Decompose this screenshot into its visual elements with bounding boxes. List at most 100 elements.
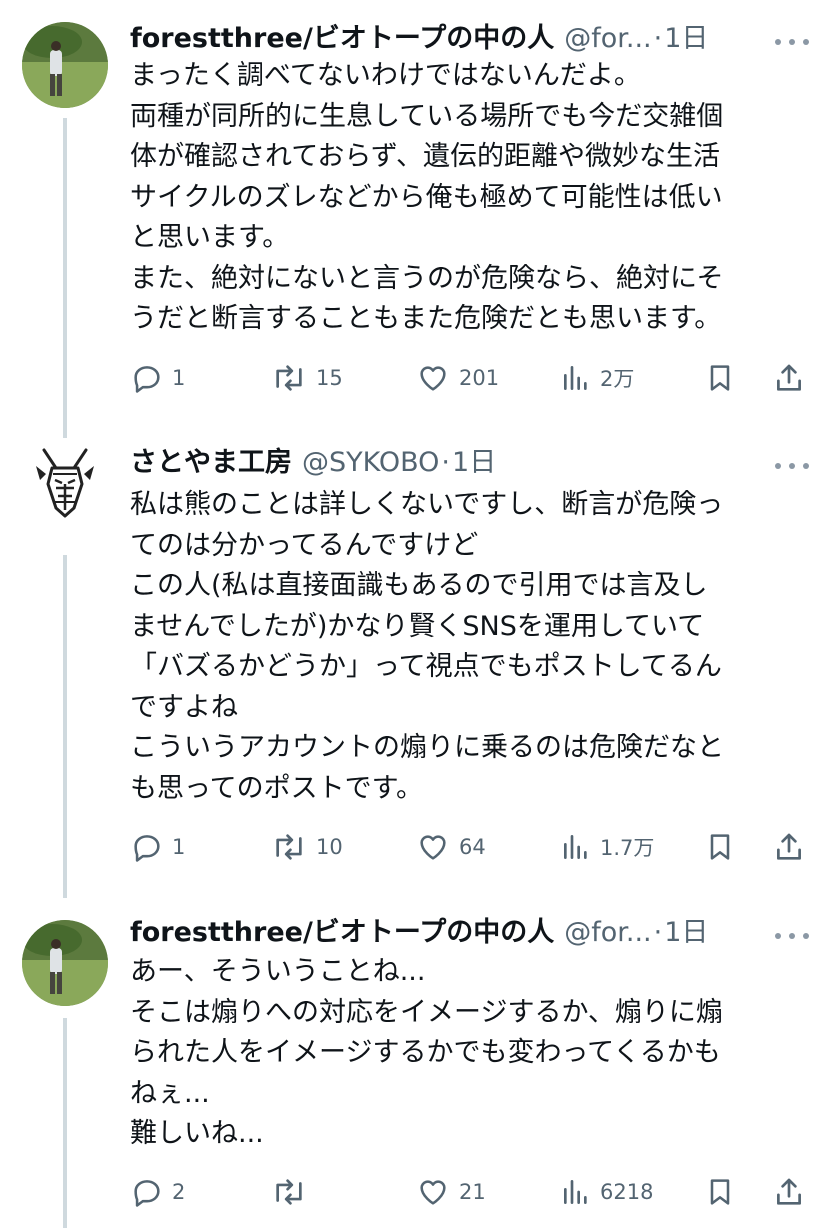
share-button[interactable] [772, 358, 806, 398]
retweet-button[interactable] [270, 1172, 316, 1212]
text-line: そこは煽りへの対応をイメージするか、煽りに煽 [130, 996, 723, 1028]
retweet-count: 15 [316, 366, 343, 390]
share-icon [777, 1178, 801, 1205]
username[interactable]: @SYKOBO [302, 447, 439, 478]
avatar[interactable] [22, 920, 108, 1006]
reply-icon [134, 366, 160, 393]
text-line: こういうアカウントの煽りに乗るのは危険だなと [130, 732, 724, 763]
text-line: と思います。 [130, 222, 290, 253]
share-icon [777, 833, 801, 860]
tweet[interactable]: さとやま工房 @SYKOBO · 1日 私は熊のことは詳しくないですし、断言が危… [0, 438, 828, 888]
bookmark-button[interactable] [704, 1172, 736, 1212]
more-icon[interactable] [775, 924, 809, 948]
more-icon[interactable] [775, 30, 809, 54]
separator-dot: · [653, 23, 663, 54]
retweet-icon [276, 834, 302, 860]
like-icon [420, 366, 446, 391]
view-count: 1.7万 [600, 836, 655, 860]
text-line: 両種が同所的に生息している場所でも今だ交雑個 [130, 100, 724, 132]
views-button[interactable]: 1.7万 [560, 827, 654, 867]
text-line: 体が確認されておらず、遺伝的距離や微妙な生活 [130, 141, 720, 172]
reply-button[interactable]: 1 [130, 827, 185, 867]
like-count: 201 [459, 366, 500, 390]
views-icon [564, 366, 587, 390]
like-button[interactable]: 201 [415, 358, 499, 398]
views-icon [564, 1180, 587, 1204]
like-button[interactable]: 21 [415, 1172, 486, 1212]
reply-icon [134, 835, 160, 862]
avatar[interactable] [22, 438, 108, 524]
like-count: 64 [459, 835, 486, 859]
retweet-button[interactable]: 10 [270, 827, 343, 867]
text-line: 難しいね... [130, 1118, 264, 1149]
share-icon [777, 364, 801, 391]
display-name[interactable]: さとやま工房 [130, 440, 292, 479]
reply-button[interactable]: 2 [130, 1172, 185, 1212]
reply-count: 2 [172, 1180, 186, 1204]
tweet[interactable]: forestthree/ビオトープの中の人 @for... · 1日 まったく調… [0, 0, 828, 420]
timestamp[interactable]: 1日 [452, 440, 496, 479]
separator-dot: · [653, 917, 663, 948]
text-line: てのは分かってるんですけど [130, 529, 479, 561]
like-icon [420, 1180, 446, 1205]
view-count: 2万 [600, 367, 635, 391]
display-name[interactable]: forestthree/ビオトープの中の人 [130, 16, 554, 55]
text-line: ませんでしたが)かなり賢くSNSを運用していて [130, 610, 705, 642]
share-button[interactable] [772, 1172, 806, 1212]
retweet-icon [276, 1179, 302, 1205]
text-line: また、絶対にないと言うのが危険なら、絶対にそ [130, 262, 724, 294]
action-bar: 1 15 201 2万 [130, 358, 810, 398]
tweet-text: 私は熊のことは詳しくないですし、断言が危険っ てのは分かってるんですけど この人… [130, 485, 800, 809]
bookmark-icon [710, 365, 730, 391]
timestamp[interactable]: 1日 [664, 16, 708, 55]
share-button[interactable] [772, 827, 806, 867]
bookmark-icon [710, 834, 730, 860]
views-icon [564, 835, 587, 859]
reply-icon [134, 1180, 160, 1207]
more-icon[interactable] [775, 454, 809, 478]
tweet-text: あー、そういうことね... そこは煽りへの対応をイメージするか、煽りに煽 られた… [130, 952, 800, 1155]
view-count: 6218 [600, 1180, 654, 1204]
reply-count: 1 [172, 366, 186, 390]
avatar-logo [36, 448, 94, 518]
like-button[interactable]: 64 [415, 827, 486, 867]
action-bar: 2 21 6218 [130, 1172, 810, 1212]
text-line: られた人をイメージするかでも変わってくるかも [130, 1037, 721, 1068]
text-line: サイクルのズレなどから俺も極めて可能性は低い [130, 181, 723, 213]
retweet-count: 10 [316, 835, 343, 859]
bookmark-button[interactable] [704, 358, 736, 398]
retweet-button[interactable]: 15 [270, 358, 343, 398]
like-count: 21 [459, 1180, 486, 1204]
action-bar: 1 10 64 1.7万 [130, 827, 810, 867]
views-button[interactable]: 2万 [560, 358, 634, 398]
text-line: 「バズるかどうか」って視点でもポストしてるん [130, 651, 722, 682]
text-line: ねぇ... [130, 1077, 210, 1109]
text-line: あー、そういうことね... [130, 956, 426, 987]
retweet-icon [276, 365, 302, 391]
tweet-text: まったく調べてないわけではないんだよ。 両種が同所的に生息している場所でも今だ交… [130, 56, 800, 340]
avatar-photo [22, 920, 108, 1006]
text-line: この人(私は直接面識もあるので引用では言及し [130, 570, 708, 601]
text-line: まったく調べてないわけではないんだよ。 [130, 60, 641, 91]
views-button[interactable]: 6218 [560, 1172, 653, 1212]
display-name[interactable]: forestthree/ビオトープの中の人 [130, 910, 554, 949]
like-icon [420, 835, 446, 860]
tweet-header: forestthree/ビオトープの中の人 @for... · 1日 [130, 910, 770, 950]
username[interactable]: @for... [564, 23, 651, 54]
text-line: ですよね [130, 691, 238, 723]
tweet[interactable]: forestthree/ビオトープの中の人 @for... · 1日 あー、そう… [0, 908, 828, 1228]
separator-dot: · [441, 447, 451, 478]
avatar-photo [22, 22, 108, 108]
tweet-header: さとやま工房 @SYKOBO · 1日 [130, 440, 770, 480]
reply-button[interactable]: 1 [130, 358, 185, 398]
reply-count: 1 [172, 835, 186, 859]
text-line: うだと断言することもまた危険だとも思います。 [130, 303, 722, 334]
text-line: も思ってのポストです。 [130, 772, 423, 804]
bookmark-icon [710, 1179, 730, 1205]
tweet-header: forestthree/ビオトープの中の人 @for... · 1日 [130, 16, 770, 56]
text-line: 私は熊のことは詳しくないですし、断言が危険っ [130, 489, 724, 520]
username[interactable]: @for... [564, 917, 651, 948]
timestamp[interactable]: 1日 [664, 910, 708, 949]
bookmark-button[interactable] [704, 827, 736, 867]
avatar[interactable] [22, 22, 108, 108]
